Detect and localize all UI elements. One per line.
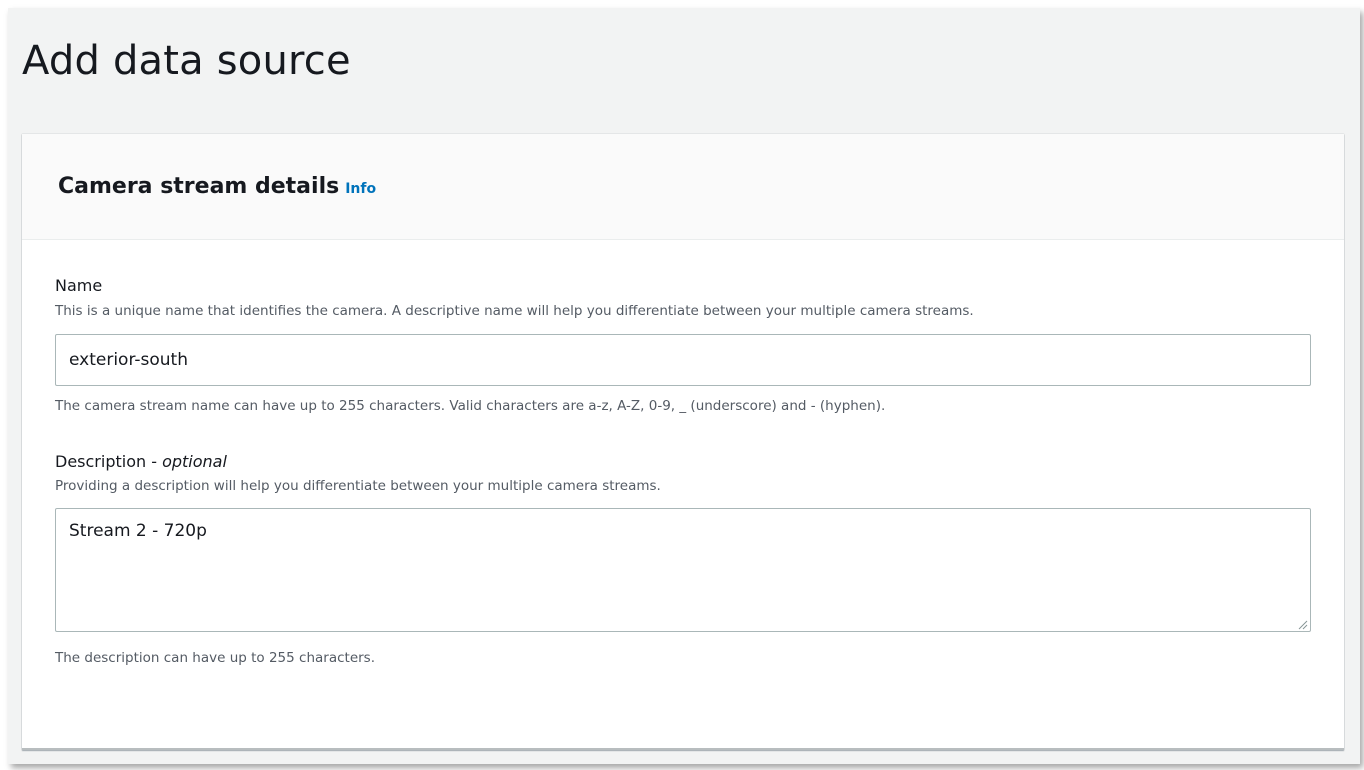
description-textarea[interactable]: Stream 2 - 720p [55, 508, 1311, 632]
name-description: This is a unique name that identifies th… [55, 303, 974, 319]
camera-stream-details-panel: Camera stream details Info Name This is a… [22, 134, 1344, 750]
description-label-text: Description - [55, 452, 163, 471]
description-help: Providing a description will help you di… [55, 478, 661, 494]
info-link[interactable]: Info [345, 181, 376, 197]
panel-title-text: Camera stream details [58, 174, 340, 199]
page-frame: Add data source Camera stream details Inf… [8, 8, 1360, 764]
name-constraint: The camera stream name can have up to 25… [55, 398, 886, 414]
panel-title: Camera stream details Info [58, 174, 376, 199]
resize-handle-icon[interactable] [1296, 618, 1308, 630]
page-title: Add data source [22, 38, 351, 84]
panel-header: Camera stream details Info [22, 134, 1344, 240]
optional-marker: optional [162, 452, 227, 471]
description-constraint: The description can have up to 255 chara… [55, 650, 375, 666]
name-input[interactable] [55, 334, 1311, 386]
description-label: Description - optional [55, 452, 227, 471]
name-label: Name [55, 276, 103, 295]
